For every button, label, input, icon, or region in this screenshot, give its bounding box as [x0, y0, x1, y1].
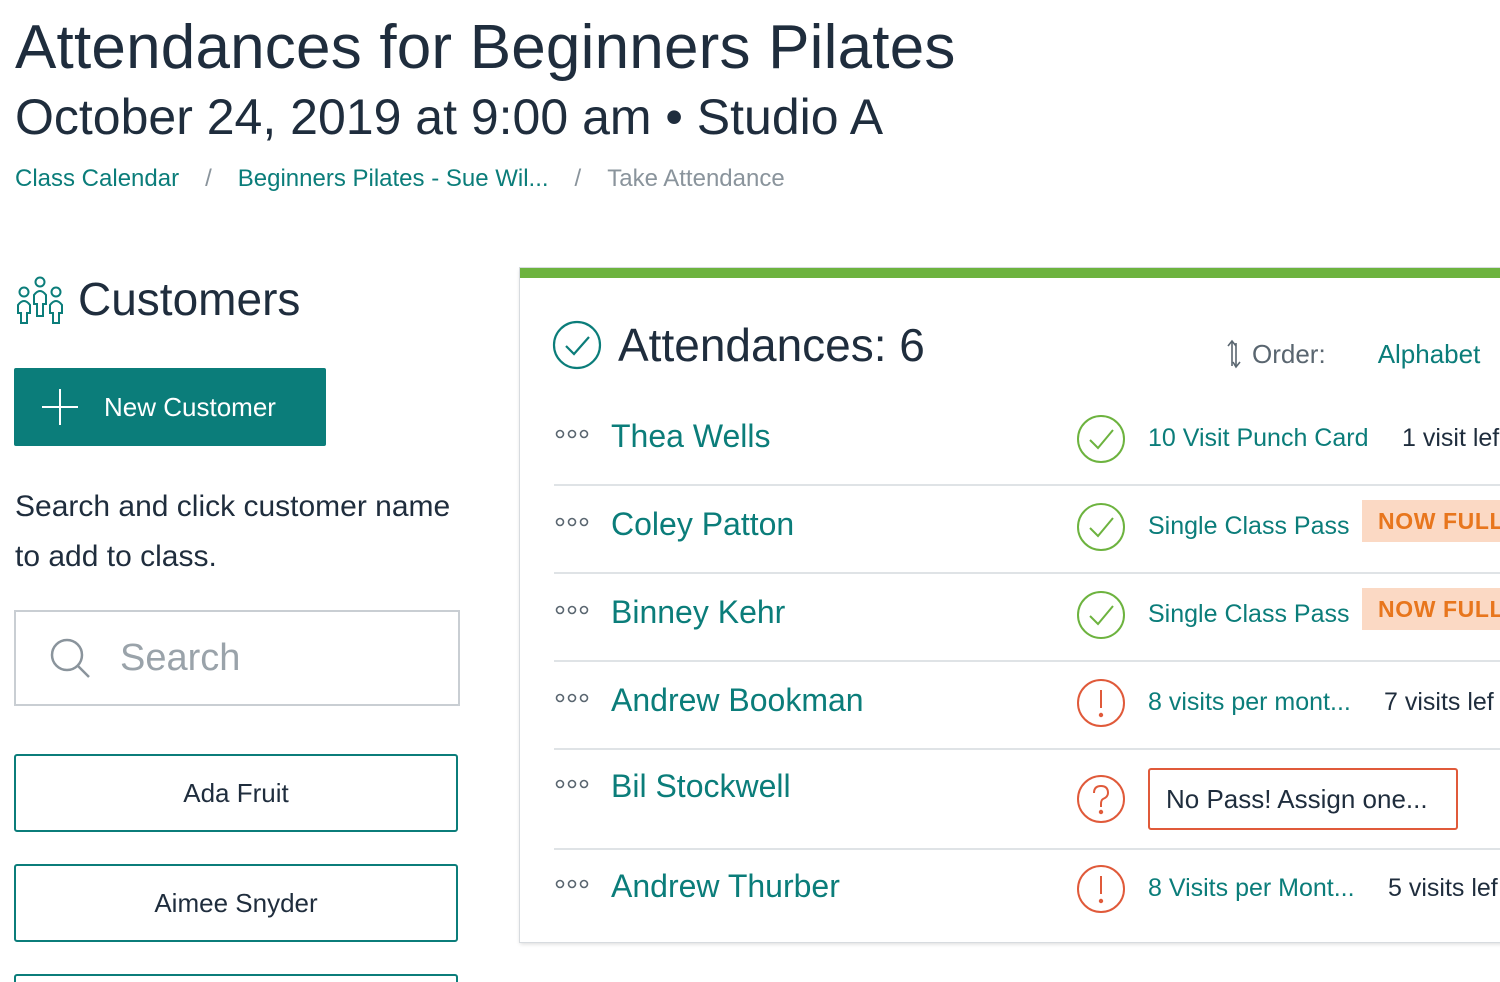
order-dropdown[interactable]: Alphabet [1378, 339, 1481, 370]
page-title: Attendances for Beginners Pilates [15, 13, 956, 82]
exclamation-circle-icon[interactable] [1076, 678, 1126, 728]
more-options-icon[interactable] [554, 878, 590, 890]
breadcrumb-separator: / [574, 165, 582, 192]
attendee-name[interactable]: Coley Patton [611, 506, 794, 543]
customer-button[interactable]: Aimee Snyder [14, 864, 458, 942]
sort-icon [1227, 339, 1241, 369]
attendance-header: Attendances: 6 [552, 318, 925, 372]
people-icon [17, 276, 63, 324]
attendee-name[interactable]: Thea Wells [611, 418, 770, 455]
assign-pass-button[interactable]: No Pass! Assign one... [1148, 768, 1458, 830]
attendance-row: Binney Kehr Single Class Pass NOW FULL [554, 576, 1500, 662]
pass-link[interactable]: 10 Visit Punch Card [1148, 424, 1369, 453]
visits-remaining: 1 visit lef [1402, 424, 1500, 452]
search-box [14, 610, 460, 706]
more-options-icon[interactable] [554, 692, 590, 704]
more-options-icon[interactable] [554, 516, 590, 528]
pass-link[interactable]: 8 visits per mont... [1148, 688, 1351, 717]
visits-remaining: 5 visits lef [1388, 874, 1498, 902]
search-input[interactable] [120, 636, 450, 680]
now-full-badge: NOW FULL [1362, 500, 1500, 542]
plus-icon [42, 389, 78, 425]
attendee-name[interactable]: Andrew Bookman [611, 682, 864, 719]
order-label: Order: [1252, 338, 1326, 369]
pass-link[interactable]: Single Class Pass [1148, 600, 1349, 629]
checked-in-icon[interactable] [1076, 414, 1126, 464]
checked-in-icon[interactable] [1076, 502, 1126, 552]
pass-link[interactable]: Single Class Pass [1148, 512, 1349, 541]
breadcrumb-link-class-calendar[interactable]: Class Calendar [15, 165, 179, 193]
customers-heading: Customers [78, 273, 301, 325]
attendance-row: Andrew Thurber 8 Visits per Mont... 5 vi… [554, 850, 1500, 936]
attendance-row: Coley Patton Single Class Pass NOW FULL [554, 488, 1500, 574]
breadcrumb-separator: / [205, 165, 212, 192]
attendee-name[interactable]: Bil Stockwell [611, 768, 791, 805]
more-options-icon[interactable] [554, 604, 590, 616]
search-icon [50, 638, 90, 678]
attendance-row: Andrew Bookman 8 visits per mont... 7 vi… [554, 664, 1500, 750]
attendance-panel: Attendances: 6 Order: Alphabet Thea Well… [520, 268, 1500, 942]
customers-header: Customers [14, 272, 300, 326]
pass-link[interactable]: 8 Visits per Mont... [1148, 874, 1355, 903]
attendance-row: Thea Wells 10 Visit Punch Card 1 visit l… [554, 400, 1500, 486]
breadcrumb: Class Calendar / Beginners Pilates - Sue… [15, 165, 785, 193]
new-customer-label: New Customer [104, 391, 276, 422]
breadcrumb-link-class[interactable]: Beginners Pilates - Sue Wil... [238, 165, 549, 193]
more-options-icon[interactable] [554, 778, 590, 790]
visits-remaining: 7 visits lef [1384, 688, 1494, 716]
now-full-badge: NOW FULL [1362, 588, 1500, 630]
checked-in-icon[interactable] [1076, 590, 1126, 640]
customer-button[interactable] [14, 974, 458, 982]
order-control: Order: Alphabet [1224, 338, 1480, 370]
page-subtitle: October 24, 2019 at 9:00 am • Studio A [15, 89, 884, 145]
new-customer-button[interactable]: New Customer [14, 368, 326, 446]
exclamation-circle-icon[interactable] [1076, 864, 1126, 914]
customer-button[interactable]: Ada Fruit [14, 754, 458, 832]
check-circle-icon [552, 320, 602, 370]
breadcrumb-current: Take Attendance [607, 165, 785, 192]
help-text: Search and click customer name to add to… [15, 490, 451, 573]
more-options-icon[interactable] [554, 428, 590, 440]
attendee-name[interactable]: Binney Kehr [611, 594, 785, 631]
attendance-count: Attendances: 6 [618, 319, 925, 371]
question-circle-icon[interactable] [1076, 774, 1126, 824]
attendee-name[interactable]: Andrew Thurber [611, 868, 840, 905]
attendance-row: Bil Stockwell No Pass! Assign one... [554, 750, 1500, 850]
